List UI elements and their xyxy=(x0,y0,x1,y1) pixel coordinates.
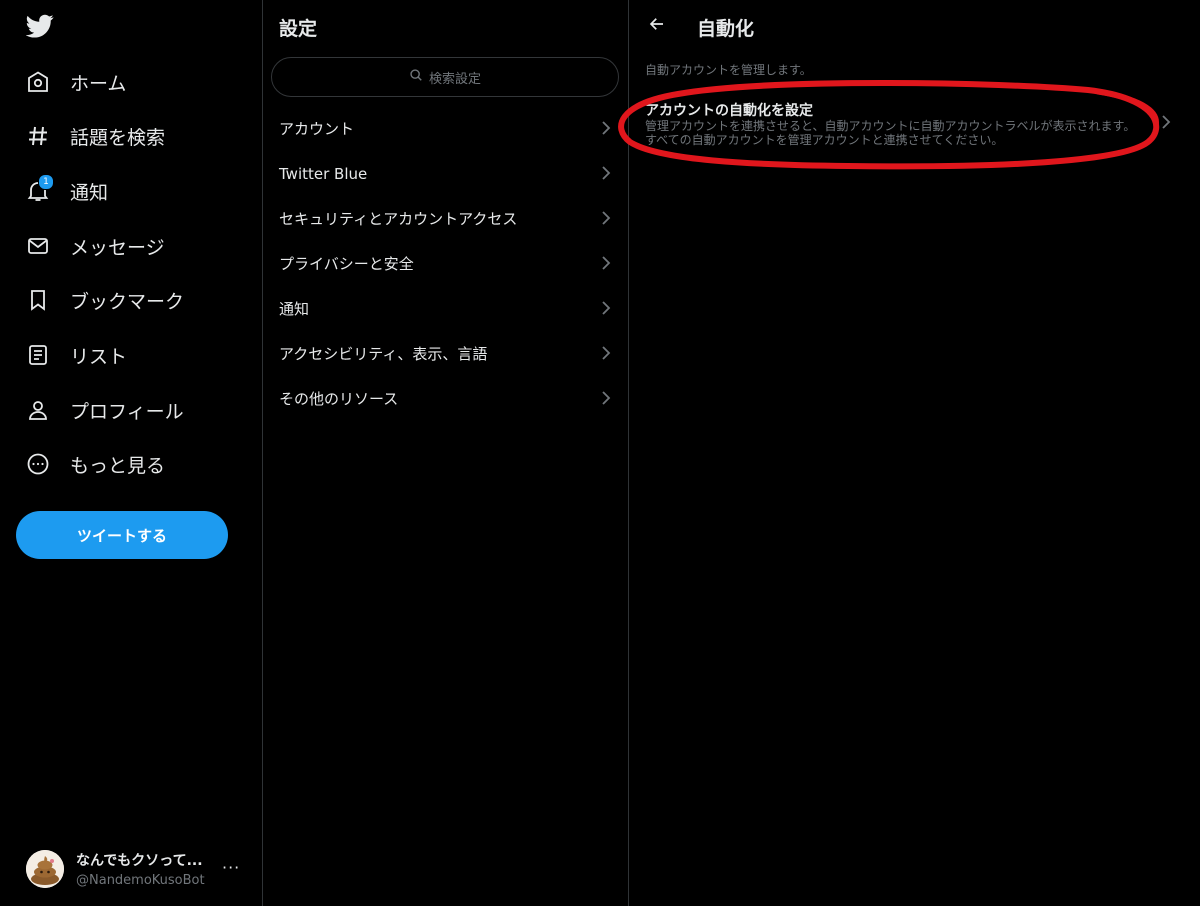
chevron-right-icon xyxy=(601,390,611,410)
twitter-bird-icon[interactable] xyxy=(25,12,54,40)
more-horizontal-icon[interactable]: ··· xyxy=(222,858,240,877)
nav-item-label: 話題を検索 xyxy=(70,126,166,149)
poop-avatar-icon xyxy=(26,850,64,888)
subtitle-line: 管理アカウントを連携させると、自動アカウントに自動アカウントラベルが表示されます… xyxy=(645,119,1136,133)
nav-item-label: 通知 xyxy=(70,181,109,204)
subtitle-line: すべての自動アカウントを管理アカウントと連携させてください。 xyxy=(645,133,1004,147)
automation-description: 自動アカウントを管理します。 xyxy=(645,63,812,77)
settings-item-label: アカウント xyxy=(279,120,355,138)
left-navigation: ホーム 話題を検索 1 通知 メッセージ ブックマーク リスト プロフィール も… xyxy=(0,0,263,906)
bookmark-icon xyxy=(24,286,52,314)
settings-item-accessibility[interactable]: アクセシビリティ、表示、言語 xyxy=(263,331,629,376)
settings-item-label: Twitter Blue xyxy=(279,164,368,183)
hashtag-icon xyxy=(24,122,52,150)
chevron-right-icon xyxy=(601,120,611,140)
settings-item-security[interactable]: セキュリティとアカウントアクセス xyxy=(263,196,629,241)
account-handle: @NandemoKusoBot xyxy=(76,873,205,888)
chevron-right-icon xyxy=(601,165,611,185)
chevron-right-icon xyxy=(601,300,611,320)
back-button[interactable] xyxy=(643,12,671,40)
notification-badge: 1 xyxy=(38,174,54,190)
setup-automation-item[interactable]: アカウントの自動化を設定 管理アカウントを連携させると、自動アカウントに自動アカ… xyxy=(629,90,1200,160)
automation-panel: 自動化 自動アカウントを管理します。 アカウントの自動化を設定 管理アカウントを… xyxy=(629,0,1200,906)
tweet-button[interactable]: ツイートする xyxy=(16,511,228,559)
nav-item-home[interactable]: ホーム xyxy=(24,60,126,104)
nav-item-label: ホーム xyxy=(70,72,127,95)
settings-item-notifications[interactable]: 通知 xyxy=(263,286,629,331)
avatar xyxy=(26,850,64,888)
nav-item-label: プロフィール xyxy=(70,400,184,423)
nav-item-lists[interactable]: リスト xyxy=(24,333,127,377)
arrow-left-icon xyxy=(648,15,666,37)
list-icon xyxy=(24,341,52,369)
page-title: 自動化 xyxy=(697,18,755,40)
account-switcher[interactable]: なんでもクソって... @NandemoKusoBot ··· xyxy=(26,846,246,892)
account-name: なんでもクソって... xyxy=(76,853,203,869)
bell-icon: 1 xyxy=(24,174,54,205)
setup-automation-subtitle: 管理アカウントを連携させると、自動アカウントに自動アカウントラベルが表示されます… xyxy=(645,119,1155,147)
settings-item-label: セキュリティとアカウントアクセス xyxy=(279,210,518,228)
page-title: 設定 xyxy=(279,18,318,40)
nav-item-messages[interactable]: メッセージ xyxy=(24,224,165,268)
setup-automation-title: アカウントの自動化を設定 xyxy=(645,103,813,119)
nav-item-label: もっと見る xyxy=(70,454,166,477)
settings-item-label: プライバシーと安全 xyxy=(279,255,414,273)
nav-item-notifications[interactable]: 1 通知 xyxy=(24,169,108,213)
settings-item-label: アクセシビリティ、表示、言語 xyxy=(279,345,488,363)
envelope-icon xyxy=(24,232,52,260)
settings-search-input[interactable]: 検索設定 xyxy=(271,57,619,97)
person-icon xyxy=(24,396,52,424)
more-circle-icon xyxy=(24,450,52,478)
search-icon xyxy=(409,68,423,86)
chevron-right-icon xyxy=(1161,114,1171,134)
nav-item-profile[interactable]: プロフィール xyxy=(24,388,184,432)
search-placeholder: 検索設定 xyxy=(428,71,481,87)
nav-item-more[interactable]: もっと見る xyxy=(24,442,165,486)
home-icon xyxy=(24,68,52,96)
settings-item-label: その他のリソース xyxy=(279,390,399,408)
chevron-right-icon xyxy=(601,345,611,365)
chevron-right-icon xyxy=(601,210,611,230)
settings-item-resources[interactable]: その他のリソース xyxy=(263,376,629,421)
nav-item-label: リスト xyxy=(70,345,128,368)
settings-item-privacy[interactable]: プライバシーと安全 xyxy=(263,241,629,286)
nav-item-label: メッセージ xyxy=(70,236,165,259)
nav-item-bookmarks[interactable]: ブックマーク xyxy=(24,278,184,322)
settings-item-twitter-blue[interactable]: Twitter Blue xyxy=(263,151,629,196)
settings-panel: 設定 検索設定 アカウント Twitter Blue セキュリティとアカウントア… xyxy=(263,0,629,906)
nav-item-explore[interactable]: 話題を検索 xyxy=(24,114,165,158)
settings-item-account[interactable]: アカウント xyxy=(263,106,629,151)
settings-item-label: 通知 xyxy=(279,300,310,318)
chevron-right-icon xyxy=(601,255,611,275)
nav-item-label: ブックマーク xyxy=(70,290,185,313)
